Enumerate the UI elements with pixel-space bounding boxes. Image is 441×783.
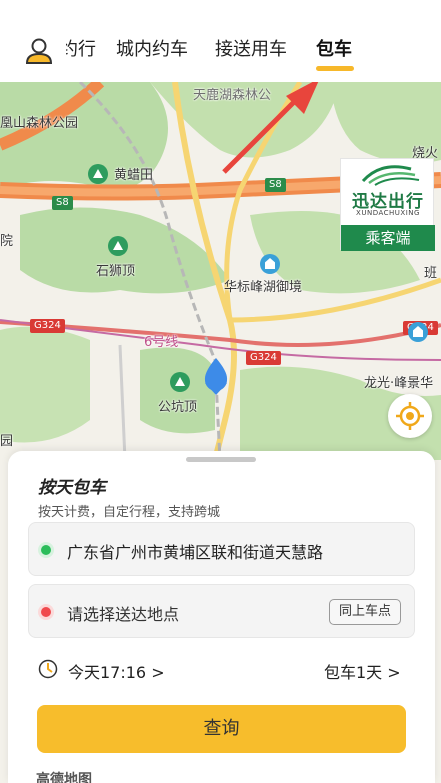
tab-transfer[interactable]: 接送用车 (215, 38, 287, 62)
map-label-longguang: 龙光·峰景华 (364, 376, 434, 391)
park-icon (88, 164, 108, 184)
tab-ride-label: 约行 (66, 39, 96, 60)
sheet-title: 按天包车 (38, 478, 106, 498)
brand-card[interactable]: 迅达出行 XUNDACHUXING 乘客端 (340, 158, 435, 251)
map-label-shishi-ding: 石狮顶 (96, 264, 136, 279)
same-pickup-button[interactable]: 同上车点 (329, 599, 401, 625)
crosshair-icon (396, 402, 424, 430)
tab-charter[interactable]: 包车 (316, 38, 352, 62)
map-label-ban: 班 (424, 266, 438, 281)
sheet-drag-handle[interactable] (186, 457, 256, 462)
brand-logo-icon (361, 165, 420, 186)
start-location-field[interactable]: 广东省广州市黄埔区联和街道天慧路 (28, 522, 415, 576)
residential-poi-icon (408, 322, 428, 342)
highway-badge-g324-left: G324 (30, 319, 65, 333)
departure-time-selector[interactable]: 今天17:16 > (68, 659, 165, 683)
park-icon (170, 372, 190, 392)
start-location-text: 广东省广州市黄埔区联和街道天慧路 (67, 543, 324, 562)
brand-subtitle: XUNDACHUXING (356, 209, 420, 217)
park-icon (108, 236, 128, 256)
map-label-yuan2: 园 (0, 434, 14, 449)
top-tab-bar: 约行 城内约车 接送用车 包车 (0, 0, 441, 82)
highway-badge-g324-center: G324 (246, 351, 281, 365)
highway-badge-s8: S8 (52, 196, 73, 210)
query-button[interactable]: 查询 (37, 705, 406, 753)
booking-sheet: 按天包车 按天计费，自定行程，支持跨城 广东省广州市黄埔区联和街道天慧路 请选择… (8, 451, 435, 783)
map-label-gongkeng: 公坑顶 (158, 400, 198, 415)
highway-badge-s8-right: S8 (265, 178, 286, 192)
locate-button[interactable] (388, 394, 432, 438)
tab-city-ride[interactable]: 城内约车 (116, 38, 188, 62)
destination-placeholder: 请选择送达地点 (67, 605, 180, 624)
map-label-line6: 6号线 (144, 335, 179, 350)
destination-field[interactable]: 请选择送达地点 同上车点 (28, 584, 415, 638)
tab-ride[interactable]: 约行 (66, 38, 96, 62)
map-label-huangpi-tian: 黄蜡田 (114, 168, 154, 183)
map-label-shan-forest: 凰山森林公园 (0, 116, 79, 131)
map-label-huabiao: 华标峰湖御境 (224, 280, 303, 295)
brand-role-label: 乘客端 (341, 225, 435, 251)
sheet-subtitle: 按天计费，自定行程，支持跨城 (38, 505, 221, 520)
map-label-yuan: 院 (0, 234, 14, 249)
clock-icon (38, 659, 58, 679)
map-provider-logo: 高德地图 (36, 772, 92, 783)
user-avatar-icon[interactable] (24, 36, 54, 66)
start-dot-icon (41, 545, 51, 555)
end-dot-icon (41, 607, 51, 617)
map-label-tianlu-lake: 天鹿湖森林公 (193, 88, 272, 103)
residential-poi-icon (260, 254, 280, 274)
active-tab-indicator (316, 66, 354, 71)
charter-duration-selector[interactable]: 包车1天 > (324, 659, 401, 683)
